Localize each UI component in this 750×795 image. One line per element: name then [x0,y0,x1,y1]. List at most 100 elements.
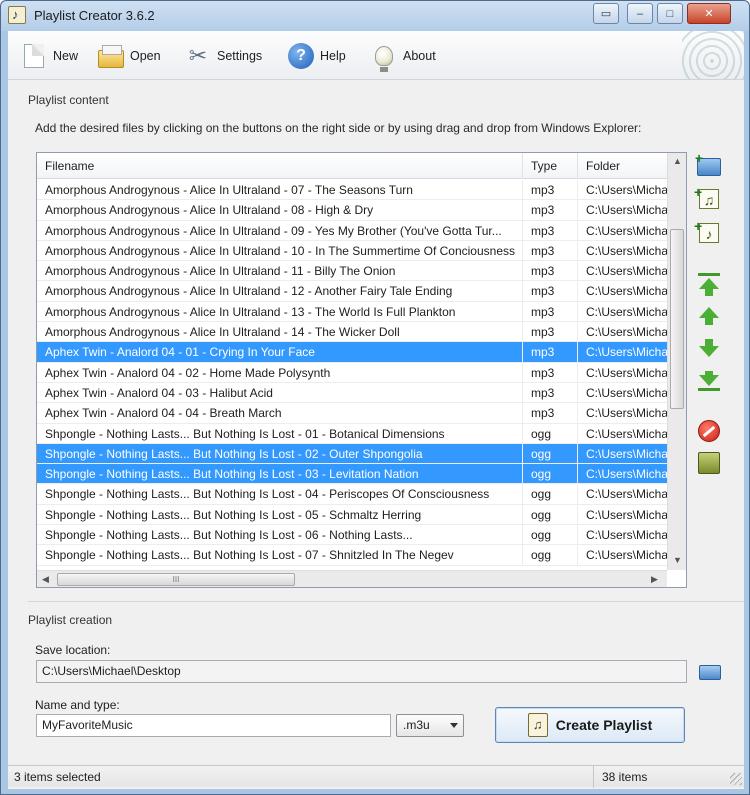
row-folder-cell: C:\Users\Micha [586,406,667,421]
row-folder-cell: C:\Users\Micha [586,243,667,258]
scroll-left-arrow-icon[interactable]: ◀ [42,574,49,585]
add-playlist-button[interactable]: ♪ [694,216,723,246]
playlist-content-group-title: Playlist content [28,93,109,107]
table-row[interactable]: Aphex Twin - Analord 04 - 01 - Crying In… [37,342,667,363]
table-row[interactable]: Amorphous Androgynous - Alice In Ultrala… [37,301,667,323]
browse-location-button[interactable] [698,661,722,683]
row-type-cell: mp3 [523,220,578,240]
status-bar: 3 items selected 38 items [8,765,744,788]
instructions-text: Add the desired files by clicking on the… [35,121,642,135]
create-playlist-button[interactable]: ♫ Create Playlist [495,707,685,743]
add-files-button[interactable]: ♫ [694,182,723,212]
scroll-up-arrow-icon[interactable]: ▲ [673,156,682,166]
column-header-type[interactable]: Type [523,153,578,179]
row-folder-cell: C:\Users\Micha [586,487,667,502]
row-filename-cell: Amorphous Androgynous - Alice In Ultrala… [37,301,523,322]
table-row[interactable]: Shpongle - Nothing Lasts... But Nothing … [37,443,667,465]
table-row[interactable]: Amorphous Androgynous - Alice In Ultrala… [37,281,667,302]
table-row[interactable]: Shpongle - Nothing Lasts... But Nothing … [37,423,667,444]
column-header-filename[interactable]: Filename [37,153,523,179]
app-window: Playlist Creator 3.6.2 ▭ – □ ✕ New Open … [0,0,750,795]
row-filename-cell: Aphex Twin - Analord 04 - 04 - Breath Ma… [37,403,523,423]
help-icon: ? [288,43,314,69]
row-filename-cell: Shpongle - Nothing Lasts... But Nothing … [37,443,523,464]
new-button[interactable]: New [21,42,78,70]
scroll-down-arrow-icon[interactable]: ▼ [673,555,682,565]
move-to-top-button[interactable] [695,271,723,297]
settings-button[interactable]: ✂ Settings [185,42,262,70]
row-type-cell: mp3 [523,342,578,362]
row-filename-cell: Aphex Twin - Analord 04 - 01 - Crying In… [37,342,523,362]
window-title: Playlist Creator 3.6.2 [34,8,155,23]
restore-down-button[interactable]: ▭ [593,3,619,24]
title-bar[interactable]: Playlist Creator 3.6.2 ▭ – □ ✕ [1,1,749,31]
table-row[interactable]: Amorphous Androgynous - Alice In Ultrala… [37,261,667,282]
table-row[interactable]: Amorphous Androgynous - Alice In Ultrala… [37,180,667,201]
row-filename-cell: Amorphous Androgynous - Alice In Ultrala… [37,240,523,261]
move-to-bottom-button[interactable] [695,367,723,393]
help-button[interactable]: ? Help [288,42,346,70]
row-type-cell: ogg [523,545,578,565]
row-filename-cell: Shpongle - Nothing Lasts... But Nothing … [37,423,523,443]
maximize-button[interactable]: □ [657,3,683,24]
resize-grip-icon[interactable] [730,773,742,785]
clear-list-button[interactable] [695,450,723,476]
row-type-cell: mp3 [523,403,578,423]
table-row[interactable]: Amorphous Androgynous - Alice In Ultrala… [37,200,667,221]
table-row[interactable]: Shpongle - Nothing Lasts... But Nothing … [37,545,667,566]
table-row[interactable]: Shpongle - Nothing Lasts... But Nothing … [37,484,667,505]
table-row[interactable]: Aphex Twin - Analord 04 - 02 - Home Made… [37,362,667,383]
open-folder-icon [98,44,124,68]
table-row[interactable]: Shpongle - Nothing Lasts... But Nothing … [37,464,667,485]
row-type-cell: mp3 [523,322,578,342]
add-folder-button[interactable] [695,150,723,180]
about-button[interactable]: About [371,42,436,72]
row-folder-cell: C:\Users\Micha [586,446,667,461]
lightbulb-icon [375,46,393,72]
row-filename-cell: Shpongle - Nothing Lasts... But Nothing … [37,525,523,545]
table-row[interactable]: Shpongle - Nothing Lasts... But Nothing … [37,504,667,526]
minimize-button[interactable]: – [627,3,653,24]
about-label: About [403,49,436,63]
playlist-type-select[interactable]: .m3u [396,714,464,737]
move-down-button[interactable] [695,335,723,361]
column-header-folder[interactable]: Folder [578,153,667,179]
row-folder-cell: C:\Users\Micha [586,467,667,482]
table-row[interactable]: Amorphous Androgynous - Alice In Ultrala… [37,220,667,241]
horizontal-scrollbar[interactable]: ◀ III ▶ [37,570,667,587]
row-type-cell: mp3 [523,382,578,403]
row-type-cell: ogg [523,504,578,525]
vertical-scrollbar[interactable]: ▲ ▼ [667,153,686,570]
table-row[interactable]: Aphex Twin - Analord 04 - 04 - Breath Ma… [37,403,667,424]
remove-selected-button[interactable] [695,418,723,444]
vertical-scroll-thumb[interactable] [670,229,684,409]
playlist-type-value: .m3u [403,718,430,732]
row-type-cell: mp3 [523,301,578,322]
decorative-pattern-icon [682,31,744,79]
close-button[interactable]: ✕ [687,3,731,24]
save-location-field[interactable]: C:\Users\Michael\Desktop [36,660,687,683]
playlist-list[interactable]: Filename Type Folder Amorphous Androgyno… [36,152,687,588]
add-music-note-icon: ♪ [694,216,719,243]
row-type-cell: mp3 [523,261,578,281]
row-type-cell: mp3 [523,180,578,200]
open-label: Open [130,49,161,63]
table-row[interactable]: Aphex Twin - Analord 04 - 03 - Halibut A… [37,382,667,404]
row-type-cell: ogg [523,423,578,443]
row-type-cell: ogg [523,484,578,504]
scroll-right-arrow-icon[interactable]: ▶ [651,574,658,585]
playlist-name-input[interactable]: MyFavoriteMusic [36,714,391,737]
table-row[interactable]: Shpongle - Nothing Lasts... But Nothing … [37,525,667,546]
row-filename-cell: Amorphous Androgynous - Alice In Ultrala… [37,180,523,200]
row-type-cell: ogg [523,525,578,545]
horizontal-scroll-thumb[interactable]: III [57,573,295,586]
move-up-button[interactable] [695,303,723,329]
open-button[interactable]: Open [98,42,161,70]
section-divider [28,601,744,602]
table-row[interactable]: Amorphous Androgynous - Alice In Ultrala… [37,240,667,262]
table-row[interactable]: Amorphous Androgynous - Alice In Ultrala… [37,322,667,343]
row-filename-cell: Aphex Twin - Analord 04 - 03 - Halibut A… [37,382,523,403]
chevron-down-icon [450,723,458,728]
browse-folder-icon [699,665,721,680]
row-filename-cell: Amorphous Androgynous - Alice In Ultrala… [37,281,523,301]
